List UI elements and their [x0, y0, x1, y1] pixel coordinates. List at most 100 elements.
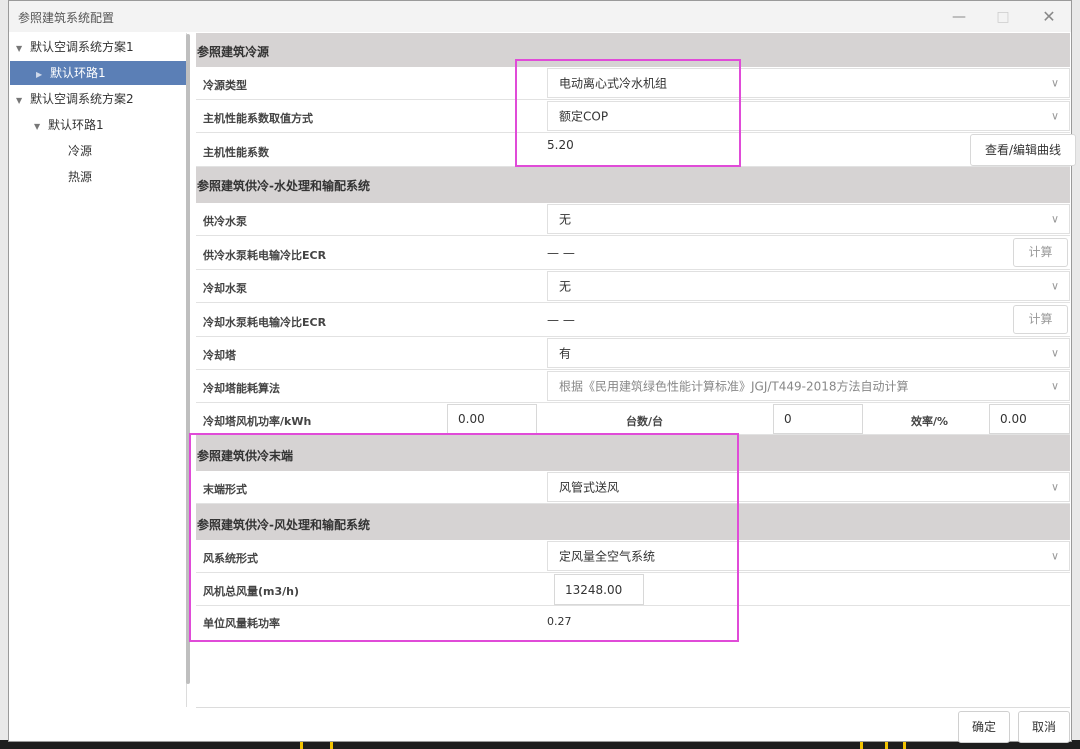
chevron-down-icon: ∨: [1050, 549, 1059, 563]
background-marker: [330, 741, 333, 749]
collapse-arrow-icon[interactable]: ▶: [36, 63, 50, 87]
input-value: 13248.00: [565, 582, 623, 597]
chevron-down-icon: ∨: [1050, 379, 1059, 393]
cop-value[interactable]: 5.20: [547, 138, 574, 152]
row-unit-power: 单位风量耗功率 0.27: [196, 606, 1070, 639]
airflow-input[interactable]: 13248.00: [554, 574, 644, 605]
tree-item-scheme1[interactable]: ▼ 默认空调系统方案1: [10, 35, 186, 59]
chevron-down-icon: ∨: [1050, 480, 1059, 494]
row-tower-algorithm: 冷却塔能耗算法 根据《民用建筑绿色性能计算标准》JGJ/T449-2018方法自…: [196, 370, 1070, 403]
tower-algorithm-select[interactable]: 根据《民用建筑绿色性能计算标准》JGJ/T449-2018方法自动计算 ∨: [547, 371, 1070, 401]
maximize-icon[interactable]: □: [993, 7, 1013, 27]
section-title: 参照建筑供冷-水处理和输配系统: [197, 179, 370, 193]
background-marker: [300, 741, 303, 749]
tree-item-cold-source[interactable]: 冷源: [68, 139, 92, 163]
row-air-system-form: 风系统形式 定风量全空气系统 ∨: [196, 540, 1070, 573]
supply-calc-button[interactable]: 计算: [1013, 238, 1068, 267]
row-cooling-tower: 冷却塔 有 ∨: [196, 337, 1070, 370]
cold-source-type-select[interactable]: 电动离心式冷水机组 ∨: [547, 68, 1070, 98]
field-label: 冷却塔风机功率/kWh: [203, 415, 312, 428]
supply-ecr-value: — —: [547, 246, 575, 260]
select-value: 有: [559, 346, 572, 361]
chevron-down-icon: ∨: [1050, 346, 1059, 360]
watermark-icon: °: [10, 718, 21, 742]
window-title: 参照建筑系统配置: [18, 11, 115, 25]
field-label: 冷却水泵耗电输冷比ECR: [203, 316, 327, 329]
dialog-footer: 确定 取消: [196, 707, 1070, 743]
row-cop-method: 主机性能系数取值方式 额定COP ∨: [196, 100, 1070, 133]
section-header-cold-source: 参照建筑冷源: [196, 33, 1070, 67]
field-label: 主机性能系数取值方式: [203, 112, 313, 125]
row-cop: 主机性能系数 5.20 查看/编辑曲线: [196, 133, 1076, 167]
tree-item-label: 默认环路1: [50, 66, 106, 80]
tree-item-label: 冷源: [68, 144, 93, 158]
cancel-button[interactable]: 取消: [1018, 711, 1070, 743]
chevron-down-icon: ∨: [1050, 109, 1059, 123]
expand-arrow-icon[interactable]: ▼: [16, 89, 30, 113]
unit-power-value: 0.27: [547, 615, 572, 628]
minimize-icon[interactable]: —: [949, 7, 969, 27]
section-title: 参照建筑供冷末端: [197, 449, 294, 463]
tree-item-label: 默认环路1: [48, 118, 104, 132]
row-cold-source-type: 冷源类型 电动离心式冷水机组 ∨: [196, 67, 1070, 100]
tree-item-label: 默认空调系统方案2: [30, 92, 134, 106]
supply-pump-select[interactable]: 无 ∨: [547, 204, 1070, 234]
field-label: 供冷水泵: [203, 215, 247, 228]
row-terminal-type: 末端形式 风管式送风 ∨: [196, 471, 1070, 504]
cooling-calc-button[interactable]: 计算: [1013, 305, 1068, 334]
select-value: 无: [559, 212, 572, 227]
field-label: 冷却塔能耗算法: [203, 382, 280, 395]
config-dialog: 参照建筑系统配置 — □ ✕ ▼ 默认空调系统方案1 ▶ 默认环路1 ▼ 默认空调系统…: [8, 0, 1076, 743]
tree-item-loop1[interactable]: ▼ 默认环路1: [10, 113, 186, 137]
fan-power-input[interactable]: 0.00: [447, 404, 537, 434]
input-value: 0.00: [1000, 412, 1027, 426]
tower-count-input[interactable]: 0: [773, 404, 863, 434]
section-title: 参照建筑供冷-风处理和输配系统: [197, 518, 370, 532]
tree-item-loop1-selected[interactable]: ▶ 默认环路1: [10, 61, 186, 85]
edit-curve-button[interactable]: 查看/编辑曲线: [970, 134, 1076, 166]
field-label: 冷源类型: [203, 79, 247, 92]
field-label: 效率/%: [911, 415, 949, 428]
watermark-text: 大数跨境: [21, 718, 105, 742]
tree-item-heat-source[interactable]: 热源: [68, 165, 92, 189]
close-icon[interactable]: ✕: [1039, 7, 1059, 27]
field-label: 风机总风量(m3/h): [203, 585, 300, 598]
chevron-down-icon: ∨: [1050, 279, 1059, 293]
expand-arrow-icon[interactable]: ▼: [16, 37, 30, 61]
system-tree: ▼ 默认空调系统方案1 ▶ 默认环路1 ▼ 默认空调系统方案2 ▼ 默认环路1 冷源 热…: [10, 33, 187, 707]
select-value: 风管式送风: [559, 480, 620, 495]
tree-item-label: 热源: [68, 170, 93, 184]
input-value: 0: [784, 412, 792, 426]
chevron-down-icon: ∨: [1050, 212, 1059, 226]
section-header-water-system: 参照建筑供冷-水处理和输配系统: [196, 167, 1070, 203]
field-label: 台数/台: [626, 415, 664, 428]
select-value: 根据《民用建筑绿色性能计算标准》JGJ/T449-2018方法自动计算: [559, 379, 909, 394]
section-header-terminal: 参照建筑供冷末端: [196, 435, 1070, 471]
row-cooling-pump: 冷却水泵 无 ∨: [196, 270, 1070, 303]
tree-scrollbar[interactable]: [186, 34, 190, 684]
field-label: 单位风量耗功率: [203, 617, 280, 630]
cooling-pump-select[interactable]: 无 ∨: [547, 271, 1070, 301]
field-label: 风系统形式: [203, 552, 258, 565]
cooling-tower-select[interactable]: 有 ∨: [547, 338, 1070, 368]
ok-button[interactable]: 确定: [958, 711, 1010, 743]
row-tower-fan: 冷却塔风机功率/kWh 0.00 台数/台 0 效率/% 0.00: [196, 403, 1070, 435]
config-form: 参照建筑冷源 冷源类型 电动离心式冷水机组 ∨ 主机性能系数取值方式 额定COP…: [196, 33, 1076, 707]
cop-method-select[interactable]: 额定COP ∨: [547, 101, 1070, 131]
background-marker: [903, 741, 906, 749]
background-marker: [885, 741, 888, 749]
row-supply-pump: 供冷水泵 无 ∨: [196, 203, 1070, 236]
field-label: 冷却塔: [203, 349, 236, 362]
air-system-form-select[interactable]: 定风量全空气系统 ∨: [547, 541, 1070, 571]
efficiency-input[interactable]: 0.00: [989, 404, 1070, 434]
tree-item-scheme2[interactable]: ▼ 默认空调系统方案2: [10, 87, 186, 111]
input-value: 0.00: [458, 412, 485, 426]
row-cooling-ecr: 冷却水泵耗电输冷比ECR — — 计算: [196, 303, 1070, 337]
watermark-logo: °大数跨境: [10, 714, 105, 743]
tree-item-label: 默认空调系统方案1: [30, 40, 134, 54]
field-label: 主机性能系数: [203, 146, 269, 159]
expand-arrow-icon[interactable]: ▼: [34, 115, 48, 139]
terminal-type-select[interactable]: 风管式送风 ∨: [547, 472, 1070, 502]
title-bar: 参照建筑系统配置 — □ ✕: [9, 1, 1071, 32]
row-airflow: 风机总风量(m3/h) 13248.00: [196, 573, 1070, 606]
